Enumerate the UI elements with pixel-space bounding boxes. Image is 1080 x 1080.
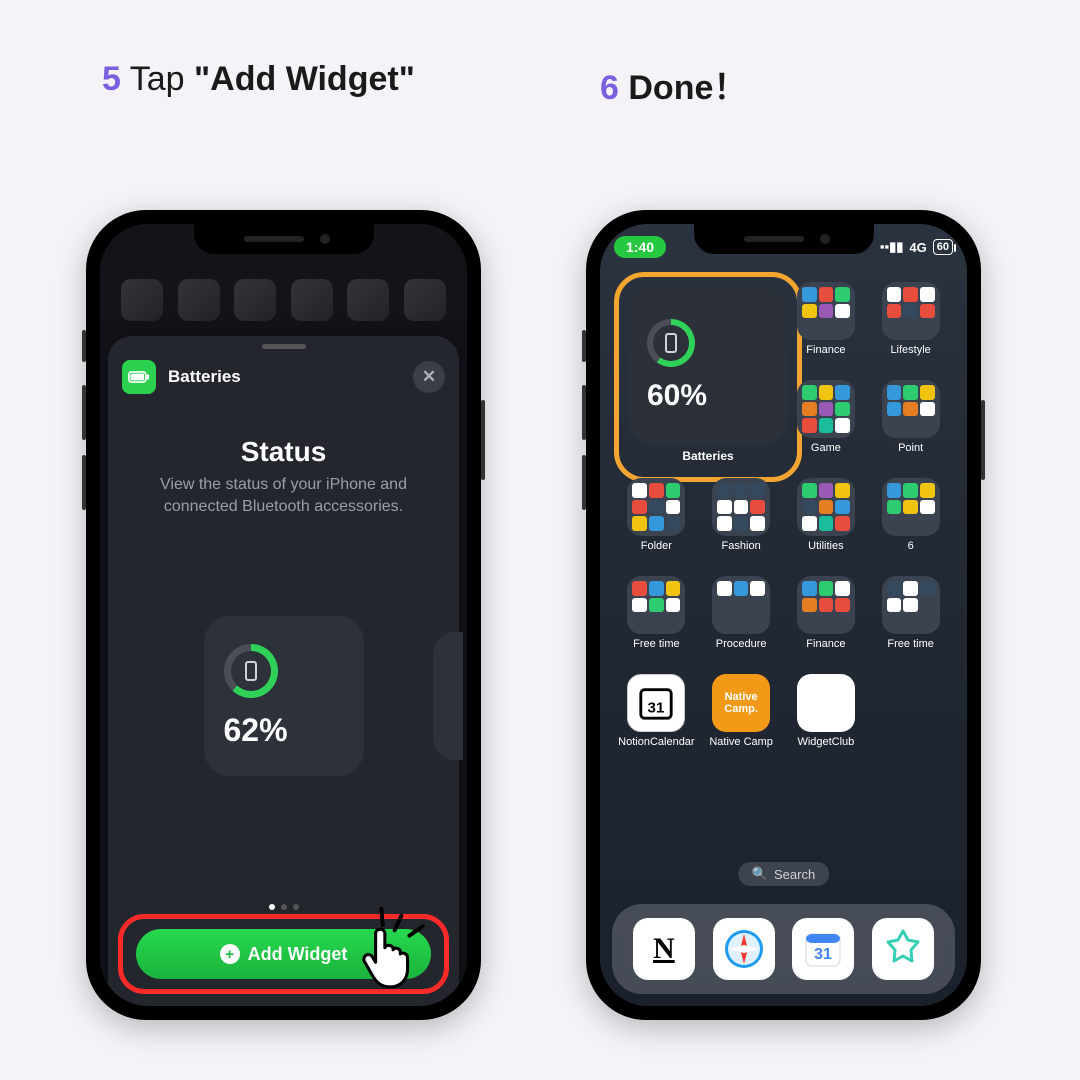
dock-app-widgetclub[interactable] xyxy=(872,918,934,980)
folder-freetime[interactable]: Free time xyxy=(614,576,699,674)
sheet-app-name: Batteries xyxy=(168,367,241,387)
dimmed-homescreen xyxy=(100,279,467,339)
step6-heading: 6 Done！ xyxy=(600,60,747,109)
svg-text:31: 31 xyxy=(814,946,832,963)
status-time[interactable]: 1:40 xyxy=(614,236,666,258)
search-icon: 🔍 xyxy=(752,866,768,882)
network-label: 4G xyxy=(909,240,926,255)
step6-bold: Done！ xyxy=(628,69,747,107)
signal-icon: ▪▪▮▮ xyxy=(880,239,904,255)
step5-bold: "Add Widget" xyxy=(194,60,415,98)
battery-indicator: 60 xyxy=(933,239,953,255)
step6-number: 6 xyxy=(600,69,619,107)
app-widgetclub[interactable]: WidgetClub xyxy=(784,674,869,772)
dock-app-safari[interactable] xyxy=(713,918,775,980)
svg-text:31: 31 xyxy=(648,700,665,717)
folder-finance2[interactable]: Finance xyxy=(784,576,869,674)
folder-point[interactable]: Point xyxy=(868,380,953,478)
folder-freetime2[interactable]: Free time xyxy=(868,576,953,674)
add-widget-highlight: + Add Widget xyxy=(118,914,449,994)
dock: N 31 xyxy=(612,904,955,994)
app-notion-calendar[interactable]: 31 NotionCalendar xyxy=(614,674,699,772)
widget-picker-sheet: Batteries ✕ Status View the status of yo… xyxy=(108,336,459,1006)
battery-percent: 62% xyxy=(224,712,288,749)
folder-6[interactable]: 6 xyxy=(868,478,953,576)
next-widget-peek[interactable] xyxy=(433,632,463,760)
add-widget-label: Add Widget xyxy=(248,944,348,965)
page-indicator xyxy=(269,904,299,910)
folder-utilities[interactable]: Utilities xyxy=(784,478,869,576)
batteries-app-icon xyxy=(122,360,156,394)
phone-step5: Batteries ✕ Status View the status of yo… xyxy=(86,210,481,1020)
dock-app-calendar[interactable]: 31 xyxy=(792,918,854,980)
home-search[interactable]: 🔍 Search xyxy=(738,862,829,886)
folder-lifestyle[interactable]: Lifestyle xyxy=(868,282,953,380)
folder-folder[interactable]: Folder xyxy=(614,478,699,576)
plus-circle-icon: + xyxy=(220,944,240,964)
notch xyxy=(694,224,874,254)
widget-preview-small[interactable]: 62% xyxy=(204,616,364,776)
close-icon: ✕ xyxy=(422,367,436,387)
dock-app-notion[interactable]: N xyxy=(633,918,695,980)
folder-game[interactable]: Game xyxy=(784,380,869,478)
notch xyxy=(194,224,374,254)
folder-finance[interactable]: Finance xyxy=(784,282,869,380)
step5-number: 5 xyxy=(102,60,121,98)
folder-procedure[interactable]: Procedure xyxy=(699,576,784,674)
widget-title: Status xyxy=(108,436,459,468)
app-native-camp[interactable]: NativeCamp. Native Camp xyxy=(699,674,784,772)
phone-step6: 1:40 ▪▪▮▮ 4G 60 60% Batteries Finance xyxy=(586,210,981,1020)
close-button[interactable]: ✕ xyxy=(413,361,445,393)
screen-step6[interactable]: 1:40 ▪▪▮▮ 4G 60 60% Batteries Finance xyxy=(600,224,967,1006)
widget-description: View the status of your iPhone and conne… xyxy=(142,474,425,519)
battery-ring-icon xyxy=(224,644,278,698)
pointer-hand-icon xyxy=(358,923,420,989)
search-label: Search xyxy=(774,867,815,882)
sheet-grabber[interactable] xyxy=(262,344,306,349)
step5-heading: 5 Tap "Add Widget" xyxy=(102,60,415,99)
folder-fashion[interactable]: Fashion xyxy=(699,478,784,576)
iphone-icon xyxy=(245,661,257,681)
step5-pretext: Tap xyxy=(130,60,194,98)
screen-step5: Batteries ✕ Status View the status of yo… xyxy=(100,224,467,1006)
